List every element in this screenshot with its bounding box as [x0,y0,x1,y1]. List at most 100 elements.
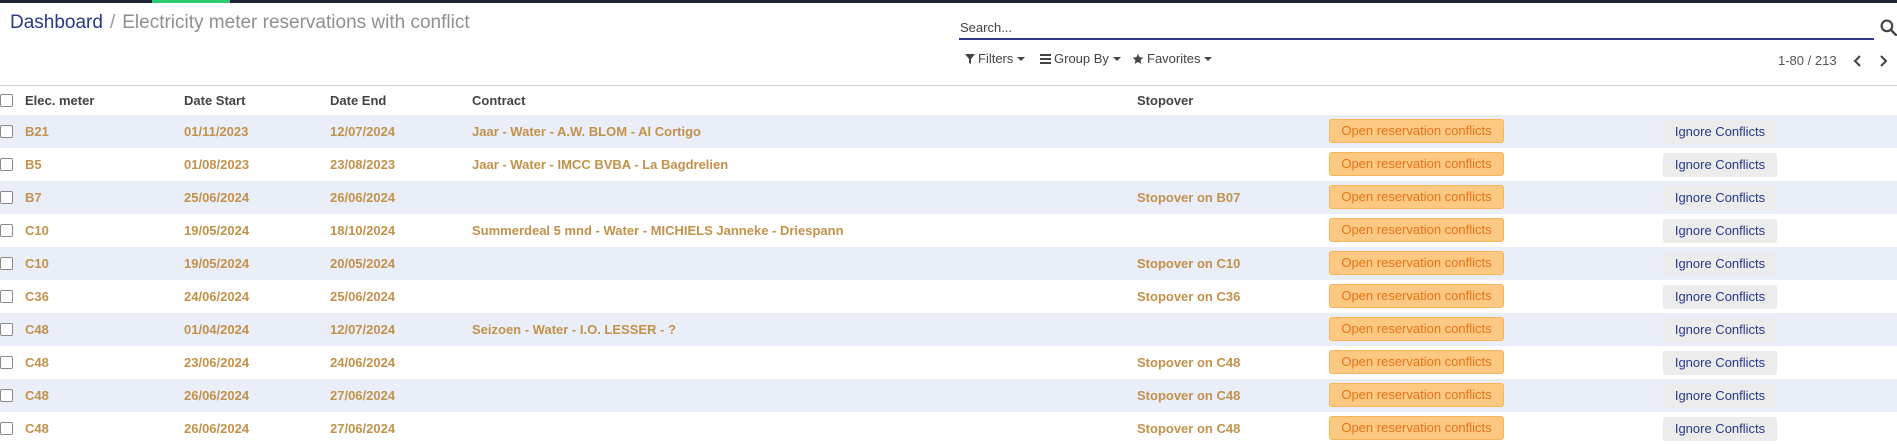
column-header-date-end[interactable]: Date End [330,93,386,108]
column-header-stopover[interactable]: Stopover [1137,93,1193,108]
open-conflicts-button[interactable]: Open reservation conflicts [1329,152,1504,176]
ignore-conflicts-button[interactable]: Ignore Conflicts [1663,285,1777,309]
cell-date-end: 23/08/2023 [330,157,396,172]
ignore-conflicts-button[interactable]: Ignore Conflicts [1663,384,1777,408]
cell-stopover: Stopover on C36 [1137,289,1241,304]
open-conflicts-button[interactable]: Open reservation conflicts [1329,185,1504,209]
select-all-checkbox[interactable] [0,94,13,107]
filters-label: Filters [978,51,1014,66]
row-checkbox[interactable] [0,290,13,303]
cell-date-start: 01/11/2023 [184,124,249,139]
table-row[interactable]: C48 26/06/2024 27/06/2024 Stopover on C4… [0,412,1897,445]
row-checkbox[interactable] [0,191,13,204]
pager-value[interactable]: 1-80 / 213 [1778,53,1837,68]
cell-date-start: 26/06/2024 [184,388,250,403]
chevron-right-icon[interactable] [1876,53,1890,69]
table-row[interactable]: B7 25/06/2024 26/06/2024 Stopover on B07… [0,181,1897,214]
table-row[interactable]: C48 23/06/2024 24/06/2024 Stopover on C4… [0,346,1897,379]
ignore-conflicts-button[interactable]: Ignore Conflicts [1663,252,1777,276]
ignore-conflicts-button[interactable]: Ignore Conflicts [1663,120,1777,144]
ignore-conflicts-button[interactable]: Ignore Conflicts [1663,153,1777,177]
cell-stopover: Stopover on C48 [1137,355,1241,370]
active-app-indicator [152,0,230,3]
chevron-down-icon [1112,56,1121,61]
table-row[interactable]: B21 01/11/2023 12/07/2024 Jaar - Water -… [0,115,1897,148]
ignore-conflicts-button[interactable]: Ignore Conflicts [1663,417,1777,441]
ignore-conflicts-button[interactable]: Ignore Conflicts [1663,219,1777,243]
cell-contract: Seizoen - Water - I.O. LESSER - ? [472,322,676,337]
open-conflicts-button[interactable]: Open reservation conflicts [1329,284,1504,308]
row-checkbox[interactable] [0,389,13,402]
cell-date-start: 01/08/2023 [184,157,250,172]
cell-contract: Jaar - Water - IMCC BVBA - La Bagdrelien [472,157,729,172]
table-row[interactable]: C48 01/04/2024 12/07/2024 Seizoen - Wate… [0,313,1897,346]
breadcrumb-separator: / [109,12,116,33]
row-checkbox[interactable] [0,356,13,369]
cell-date-end: 27/06/2024 [330,388,396,403]
cell-date-start: 01/04/2024 [184,322,250,337]
cell-contract: Jaar - Water - A.W. BLOM - Al Cortigo [472,124,701,139]
cell-stopover: Stopover on B07 [1137,190,1241,205]
row-checkbox[interactable] [0,257,13,270]
open-conflicts-button[interactable]: Open reservation conflicts [1329,119,1504,143]
cell-date-end: 18/10/2024 [330,223,396,238]
search-icon[interactable] [1880,19,1897,36]
filters-dropdown[interactable]: Filters [965,51,1026,66]
table-row[interactable]: C36 24/06/2024 25/06/2024 Stopover on C3… [0,280,1897,313]
chevron-left-icon[interactable] [1851,53,1865,69]
header-divider [0,85,1897,86]
open-conflicts-button[interactable]: Open reservation conflicts [1329,317,1504,341]
favorites-dropdown[interactable]: Favorites [1132,51,1213,66]
cell-date-start: 25/06/2024 [184,190,250,205]
cell-date-start: 24/06/2024 [184,289,250,304]
cell-date-start: 19/05/2024 [184,256,250,271]
cell-stopover: Stopover on C10 [1137,256,1241,271]
row-checkbox[interactable] [0,158,13,171]
open-conflicts-button[interactable]: Open reservation conflicts [1329,383,1504,407]
cell-elec-meter: C10 [25,223,49,238]
star-icon [1132,53,1144,64]
ignore-conflicts-button[interactable]: Ignore Conflicts [1663,318,1777,342]
table-row[interactable]: B5 01/08/2023 23/08/2023 Jaar - Water - … [0,148,1897,181]
cell-elec-meter: B21 [25,124,49,139]
chevron-down-icon [1017,56,1026,61]
cell-elec-meter: B7 [25,190,42,205]
ignore-conflicts-button[interactable]: Ignore Conflicts [1663,351,1777,375]
breadcrumb-dashboard-link[interactable]: Dashboard [10,12,103,33]
cell-date-end: 26/06/2024 [330,190,396,205]
cell-elec-meter: C36 [25,289,49,304]
row-checkbox[interactable] [0,125,13,138]
table-row[interactable]: C10 19/05/2024 20/05/2024 Stopover on C1… [0,247,1897,280]
cell-date-end: 12/07/2024 [330,124,396,139]
ignore-conflicts-button[interactable]: Ignore Conflicts [1663,186,1777,210]
column-header-date-start[interactable]: Date Start [184,93,245,108]
open-conflicts-button[interactable]: Open reservation conflicts [1329,218,1504,242]
cell-date-start: 19/05/2024 [184,223,250,238]
group-by-dropdown[interactable]: Group By [1040,51,1121,66]
open-conflicts-button[interactable]: Open reservation conflicts [1329,350,1504,374]
breadcrumb: Dashboard / Electricity meter reservations… [10,12,470,34]
top-nav-bar [0,0,1897,3]
open-conflicts-button[interactable]: Open reservation conflicts [1329,251,1504,275]
column-header-elec-meter[interactable]: Elec. meter [25,93,94,108]
cell-contract: Summerdeal 5 mnd - Water - MICHIELS Jann… [472,223,844,238]
cell-date-start: 23/06/2024 [184,355,250,370]
favorites-label: Favorites [1147,51,1201,66]
open-conflicts-button[interactable]: Open reservation conflicts [1329,416,1504,440]
row-checkbox[interactable] [0,323,13,336]
cell-elec-meter: C48 [25,355,49,370]
row-checkbox[interactable] [0,224,13,237]
table-row[interactable]: C10 19/05/2024 18/10/2024 Summerdeal 5 m… [0,214,1897,247]
search-bar [959,16,1874,40]
bars-icon [1040,53,1051,64]
cell-date-end: 24/06/2024 [330,355,396,370]
cell-elec-meter: B5 [25,157,42,172]
cell-date-end: 20/05/2024 [330,256,396,271]
page-title: Electricity meter reservations with conf… [122,12,470,33]
cell-date-end: 25/06/2024 [330,289,396,304]
cell-elec-meter: C48 [25,322,49,337]
row-checkbox[interactable] [0,422,13,435]
column-header-contract[interactable]: Contract [472,93,525,108]
search-input[interactable] [960,17,1860,37]
table-row[interactable]: C48 26/06/2024 27/06/2024 Stopover on C4… [0,379,1897,412]
